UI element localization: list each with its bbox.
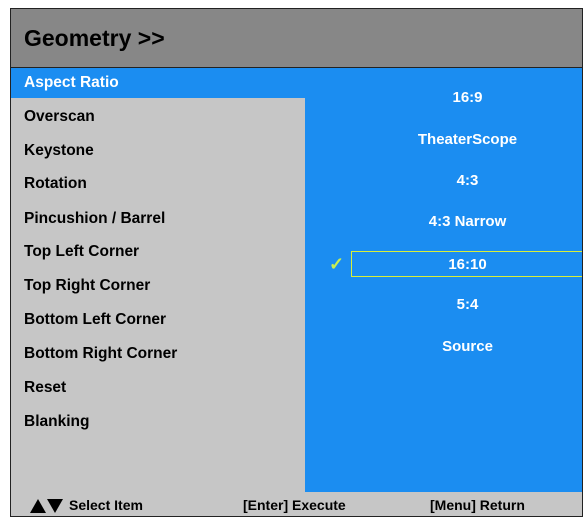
menu-item-top-left-corner[interactable]: Top Left Corner [11, 237, 305, 267]
menu-item-blanking[interactable]: Blanking [11, 407, 305, 437]
up-down-arrows-icon [30, 499, 63, 513]
menu-item-reset[interactable]: Reset [11, 373, 305, 403]
enter-execute-hint: [Enter] Execute [243, 497, 346, 513]
menu-item-rotation[interactable]: Rotation [11, 169, 305, 199]
menu-item-pincushion-barrel[interactable]: Pincushion / Barrel [11, 204, 305, 234]
menu-item-overscan[interactable]: Overscan [11, 102, 305, 132]
geometry-menu-window: Geometry >> Aspect Ratio Overscan Keysto… [10, 8, 583, 517]
menu-item-top-right-corner[interactable]: Top Right Corner [11, 271, 305, 301]
option-4-3-narrow[interactable]: 4:3 Narrow [351, 209, 582, 235]
page-title: Geometry >> [24, 25, 165, 51]
menu-item-bottom-left-corner[interactable]: Bottom Left Corner [11, 305, 305, 335]
option-theaterscope[interactable]: TheaterScope [351, 127, 582, 153]
footer-hints: Select Item [Enter] Execute [Menu] Retur… [11, 492, 582, 516]
option-4-3[interactable]: 4:3 [351, 168, 582, 194]
menu-return-hint: [Menu] Return [430, 497, 525, 513]
option-16-10[interactable]: 16:10 [351, 251, 582, 277]
select-item-hint: Select Item [69, 497, 143, 513]
option-16-9[interactable]: 16:9 [351, 85, 582, 111]
option-5-4[interactable]: 5:4 [351, 292, 582, 318]
option-source[interactable]: Source [351, 334, 582, 360]
aspect-ratio-options: 16:9 TheaterScope 4:3 4:3 Narrow ✓ 16:10… [305, 68, 582, 492]
menu-item-keystone[interactable]: Keystone [11, 136, 305, 166]
checkmark-icon: ✓ [329, 254, 345, 274]
menu-item-aspect-ratio[interactable]: Aspect Ratio [11, 68, 305, 98]
menu-item-bottom-right-corner[interactable]: Bottom Right Corner [11, 339, 305, 369]
menu-list: Aspect Ratio Overscan Keystone Rotation … [11, 68, 305, 492]
menu-header: Geometry >> [11, 9, 582, 68]
